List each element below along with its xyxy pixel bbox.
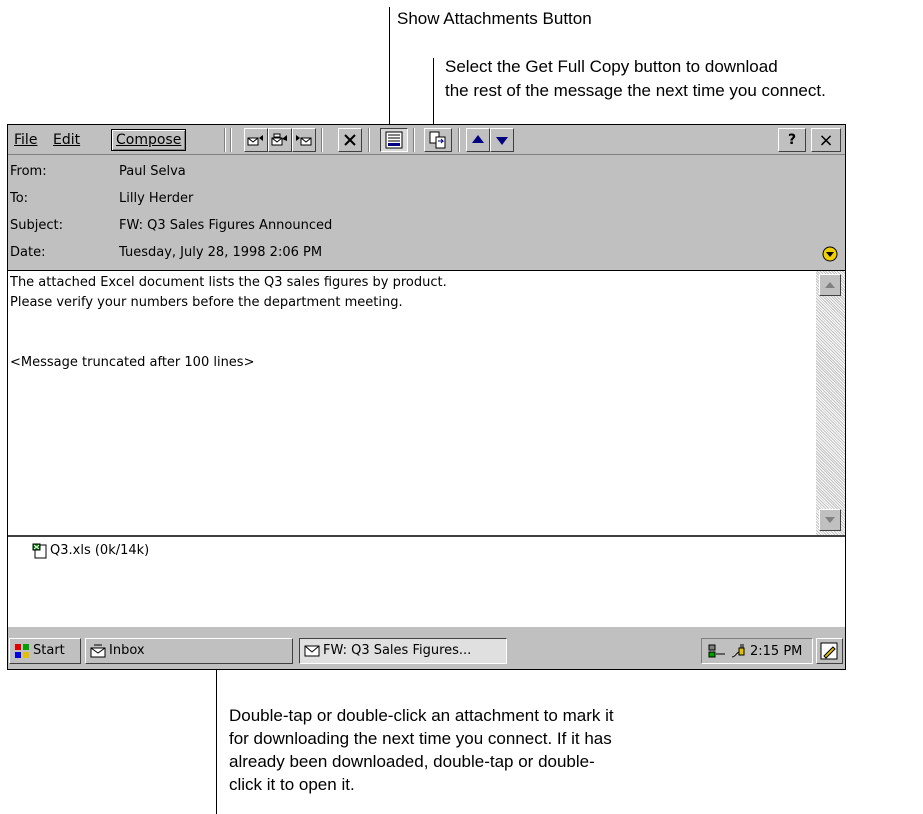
- attachments-pane: Q3.xls (0k/14k): [8, 535, 845, 626]
- power-plug-icon[interactable]: [730, 643, 746, 659]
- scroll-up-button[interactable]: [819, 274, 841, 296]
- network-icon[interactable]: [708, 643, 726, 659]
- inbox-label: Inbox: [109, 643, 145, 658]
- clock[interactable]: 2:15 PM: [750, 644, 802, 659]
- toolbar-separator: [458, 128, 460, 152]
- menu-file[interactable]: File: [10, 129, 41, 151]
- inbox-icon: [90, 644, 106, 658]
- attachment-name: Q3.xls (0k/14k): [50, 543, 150, 558]
- subject-label: Subject:: [10, 218, 63, 233]
- from-label: From:: [10, 164, 47, 179]
- reply-icon: [247, 135, 263, 146]
- show-attachments-icon: [385, 131, 403, 149]
- active-window-label: FW: Q3 Sales Figures...: [323, 643, 472, 658]
- excel-file-icon: [32, 543, 47, 559]
- forward-button[interactable]: [292, 128, 316, 152]
- reply-all-icon: [271, 133, 287, 146]
- scroll-down-icon: [825, 517, 835, 523]
- reply-button[interactable]: [244, 128, 268, 152]
- get-full-copy-button[interactable]: [424, 128, 452, 152]
- next-message-button[interactable]: [490, 128, 514, 152]
- system-tray: 2:15 PM: [701, 638, 813, 664]
- close-icon: ×: [818, 129, 834, 151]
- get-full-copy-icon: [429, 131, 446, 149]
- input-panel-button[interactable]: [816, 638, 843, 664]
- command-bar: File Edit Compose ? ×: [8, 125, 845, 155]
- truncated-notice: <Message truncated after 100 lines>: [10, 355, 255, 370]
- attachment-item[interactable]: Q3.xls (0k/14k): [32, 541, 149, 561]
- body-line: Please verify your numbers before the de…: [10, 295, 403, 310]
- body-line: The attached Excel document lists the Q3…: [10, 275, 447, 290]
- pen-icon: [820, 642, 838, 660]
- menu-compose[interactable]: Compose: [111, 129, 187, 151]
- previous-message-button[interactable]: [466, 128, 490, 152]
- show-attachments-button[interactable]: [380, 128, 408, 152]
- close-button[interactable]: ×: [811, 128, 841, 152]
- previous-message-icon: [472, 135, 484, 143]
- start-button[interactable]: Start: [9, 638, 81, 664]
- inbox-message-window: File Edit Compose ? × From: Paul Selva T…: [7, 124, 846, 670]
- toolbar-separator: [368, 128, 370, 152]
- next-message-icon: [496, 137, 508, 145]
- taskbar: Start Inbox FW: Q3 Sales Figures... 2:15…: [8, 626, 845, 669]
- callout-get-full-copy-line1: Select the Get Full Copy button to downl…: [445, 57, 778, 76]
- delete-button[interactable]: [338, 128, 362, 152]
- vertical-scrollbar[interactable]: [816, 270, 845, 535]
- taskbar-inbox[interactable]: Inbox: [85, 638, 293, 664]
- callout-line-get-full-copy: [433, 58, 434, 130]
- date-value: Tuesday, July 28, 1998 2:06 PM: [119, 245, 323, 260]
- callout-attachment-line3: already been downloaded, double-tap or d…: [229, 752, 595, 771]
- subject-value: FW: Q3 Sales Figures Announced: [119, 218, 333, 233]
- menu-edit[interactable]: Edit: [49, 129, 84, 151]
- expand-header-icon[interactable]: [822, 246, 838, 262]
- callout-attachment-line2: for downloading the next time you connec…: [229, 729, 612, 748]
- scroll-down-button[interactable]: [819, 509, 841, 531]
- from-value: Paul Selva: [119, 164, 186, 179]
- toolbar-separator: [413, 128, 415, 152]
- callout-attachment-line1: Double-tap or double-click an attachment…: [229, 706, 614, 725]
- to-label: To:: [10, 191, 29, 206]
- toolbar-separator: [321, 128, 323, 152]
- date-label: Date:: [10, 245, 46, 260]
- envelope-icon: [304, 645, 320, 657]
- callout-attachment-line4: click it to open it.: [229, 775, 355, 794]
- date-row: Date: Tuesday, July 28, 1998 2:06 PM: [8, 242, 845, 264]
- toolbar-separator: [224, 128, 226, 152]
- reply-all-button[interactable]: [268, 128, 292, 152]
- forward-icon: [296, 135, 312, 146]
- start-label: Start: [33, 643, 65, 658]
- windows-logo-icon: [15, 644, 29, 658]
- message-body[interactable]: The attached Excel document lists the Q3…: [8, 270, 816, 535]
- to-value: Lilly Herder: [119, 191, 194, 206]
- callout-show-attachments: Show Attachments Button: [397, 9, 592, 28]
- scroll-up-icon: [825, 282, 835, 288]
- toolbar-separator: [230, 128, 232, 152]
- help-button[interactable]: ?: [778, 128, 806, 152]
- delete-icon: [344, 134, 356, 146]
- callout-get-full-copy-line2: the rest of the message the next time yo…: [445, 81, 826, 100]
- taskbar-active-message[interactable]: FW: Q3 Sales Figures...: [299, 638, 507, 664]
